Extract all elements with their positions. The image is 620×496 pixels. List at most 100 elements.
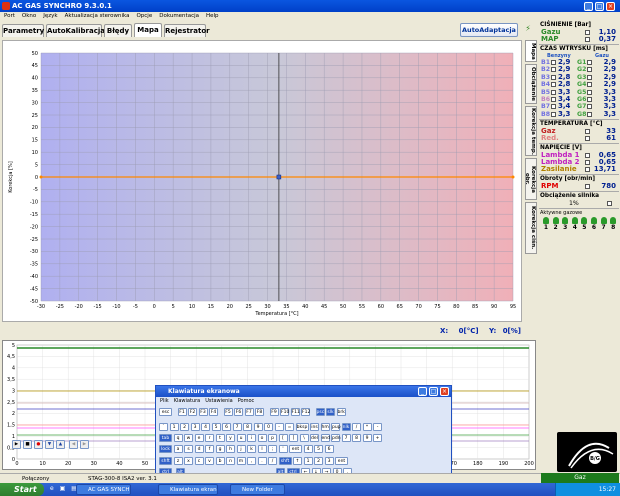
menu-1[interactable]: Okno [22, 13, 36, 19]
tab-rejestrator[interactable]: Rejestrator [164, 24, 210, 37]
key[interactable]: f [205, 445, 214, 453]
key[interactable]: 2 [180, 423, 189, 431]
supply-checkbox[interactable] [585, 167, 590, 173]
key[interactable]: = [285, 423, 294, 431]
key[interactable]: pdn [331, 434, 341, 442]
key[interactable]: 9 [253, 423, 263, 431]
load-checkbox[interactable] [607, 201, 612, 207]
vtab-2[interactable]: Korekcja temp. [525, 106, 537, 156]
keyboard-minimize-button[interactable]: _ [418, 387, 427, 396]
rpm-checkbox[interactable] [585, 184, 590, 190]
map-chart-svg[interactable]: 50454035302520151050-5-10-15-20-25-30-35… [3, 41, 521, 321]
key[interactable]: p [268, 434, 277, 442]
taskbar-item[interactable]: New Folder [230, 484, 285, 495]
keyboard-menu-item[interactable]: Pomoc [238, 398, 255, 404]
key[interactable]: ↑ [293, 457, 302, 465]
gas-injector-checkbox[interactable] [587, 111, 592, 117]
key[interactable]: F6 [234, 408, 243, 416]
gas-injector-checkbox[interactable] [587, 82, 592, 88]
key[interactable]: v [205, 457, 214, 465]
key[interactable]: o [257, 434, 267, 442]
key[interactable]: ; [268, 445, 277, 453]
gas-injector-checkbox[interactable] [587, 104, 592, 110]
keyboard-maximize-button[interactable]: □ [429, 387, 438, 396]
key[interactable]: [ [278, 434, 288, 442]
taskbar-item[interactable]: Klawiatura ekranowa [158, 484, 218, 495]
key[interactable]: psc [315, 408, 325, 416]
key[interactable]: h [226, 445, 235, 453]
key[interactable]: m [236, 457, 246, 465]
gas-injector-checkbox[interactable] [587, 96, 592, 102]
key[interactable]: shft [278, 457, 292, 465]
start-button[interactable]: Start [0, 483, 44, 496]
reducer-temp-checkbox[interactable] [585, 136, 590, 142]
petrol-injector-checkbox[interactable] [551, 104, 556, 110]
petrol-injector-checkbox[interactable] [551, 67, 556, 73]
key[interactable]: ins [310, 423, 319, 431]
key[interactable]: k [247, 445, 256, 453]
vtab-4[interactable]: Korekcja ciśn. [525, 202, 537, 254]
key[interactable]: 7 [341, 434, 351, 442]
key[interactable]: 0 [264, 423, 273, 431]
map-chart[interactable]: 50 45 40 35 30 25 20 15 10 5 0 -5 -10 -15 -20 -25 -30 -35… [2, 40, 522, 322]
key[interactable]: d [194, 445, 204, 453]
key[interactable]: t [215, 434, 225, 442]
key[interactable]: l [257, 445, 267, 453]
key[interactable]: 9 [362, 434, 372, 442]
lightning-icon[interactable]: ⚡ [522, 24, 534, 36]
key[interactable]: brk [336, 408, 346, 416]
menu-3[interactable]: Aktualizacja sterownika [65, 13, 130, 19]
up-arrow-icon[interactable]: ▲ [56, 440, 65, 449]
key[interactable]: F1 [177, 408, 187, 416]
key[interactable]: c [194, 457, 204, 465]
key[interactable]: . [257, 457, 267, 465]
key[interactable]: ` [159, 423, 168, 431]
key[interactable]: bksp [295, 423, 309, 431]
key[interactable]: n [226, 457, 235, 465]
key[interactable]: / [352, 423, 361, 431]
next-icon[interactable]: ▶ [80, 440, 89, 449]
key[interactable]: \ [299, 434, 309, 442]
gas-injector-checkbox[interactable] [587, 67, 592, 73]
key[interactable]: 6 [324, 445, 334, 453]
petrol-injector-checkbox[interactable] [551, 89, 556, 95]
close-button[interactable]: × [606, 2, 615, 11]
minimize-button[interactable]: _ [584, 2, 593, 11]
key[interactable]: 7 [232, 423, 242, 431]
lambda2-checkbox[interactable] [585, 160, 590, 166]
key[interactable]: 5 [314, 445, 323, 453]
key[interactable]: e [194, 434, 204, 442]
gas-temp-checkbox[interactable] [585, 129, 590, 135]
key[interactable]: F10 [280, 408, 289, 416]
menu-0[interactable]: Port [4, 13, 15, 19]
key[interactable]: w [184, 434, 193, 442]
key[interactable]: 4 [303, 445, 313, 453]
key[interactable]: tab [159, 434, 172, 442]
correction-point-start[interactable] [39, 175, 43, 179]
key[interactable]: nlk [341, 423, 351, 431]
gas-pressure-checkbox[interactable] [585, 30, 590, 35]
tab-autokalibracja[interactable]: AutoKalibracja [46, 24, 105, 37]
key[interactable]: x [184, 457, 193, 465]
key[interactable]: g [215, 445, 225, 453]
key[interactable]: - [373, 423, 382, 431]
petrol-injector-checkbox[interactable] [551, 74, 556, 80]
taskbar-item[interactable]: AC GAS SYNCHRO [76, 484, 131, 495]
cursor-marker[interactable] [276, 174, 282, 180]
vtab-3[interactable]: Korekcja obr. [524, 158, 537, 200]
key[interactable]: F8 [255, 408, 264, 416]
autoadaptation-button[interactable]: AutoAdaptacja [460, 23, 518, 37]
key[interactable]: / [268, 457, 277, 465]
key[interactable]: F4 [209, 408, 218, 416]
key[interactable]: * [362, 423, 372, 431]
keyboard-menu-item[interactable]: Klawiatura [174, 398, 201, 404]
menu-2[interactable]: Język [43, 13, 57, 19]
key[interactable]: s [184, 445, 193, 453]
menu-4[interactable]: Opcje [136, 13, 152, 19]
keyboard-menu-item[interactable]: Plik [160, 398, 169, 404]
key[interactable]: ' [278, 445, 288, 453]
key[interactable]: i [247, 434, 256, 442]
stop-icon[interactable]: ■ [23, 440, 32, 449]
tab-błędy[interactable]: Błędy [104, 24, 132, 37]
key[interactable]: F12 [301, 408, 310, 416]
